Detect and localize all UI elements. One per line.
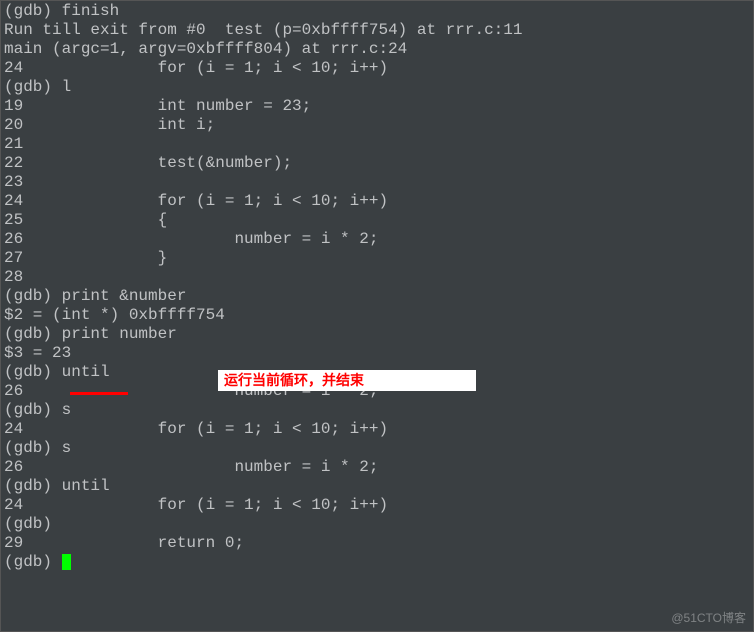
terminal-line: 20 int i;: [4, 116, 750, 135]
terminal-line: 25 {: [4, 211, 750, 230]
terminal-line: 21: [4, 135, 750, 154]
terminal-line: 24 for (i = 1; i < 10; i++): [4, 496, 750, 515]
terminal-line: 24 for (i = 1; i < 10; i++): [4, 192, 750, 211]
terminal-output: (gdb) finishRun till exit from #0 test (…: [0, 0, 754, 574]
terminal-line: 29 return 0;: [4, 534, 750, 553]
watermark: @51CTO博客: [671, 609, 746, 626]
terminal-line: (gdb) until: [4, 477, 750, 496]
annotation-underline: [70, 392, 128, 395]
terminal-line: 26 number = i * 2;: [4, 458, 750, 477]
terminal-line: 24 for (i = 1; i < 10; i++): [4, 420, 750, 439]
cursor: [62, 554, 71, 570]
terminal-line: 28: [4, 268, 750, 287]
terminal-line: $3 = 23: [4, 344, 750, 363]
terminal-line: (gdb): [4, 553, 750, 572]
terminal-line: 19 int number = 23;: [4, 97, 750, 116]
annotation-label: 运行当前循环，并结束: [218, 370, 476, 391]
terminal-line: 24 for (i = 1; i < 10; i++): [4, 59, 750, 78]
terminal-line: 22 test(&number);: [4, 154, 750, 173]
terminal-line: (gdb) print &number: [4, 287, 750, 306]
terminal-line: (gdb) print number: [4, 325, 750, 344]
terminal-line: 26 number = i * 2;: [4, 230, 750, 249]
terminal-line: (gdb): [4, 515, 750, 534]
terminal-line: 27 }: [4, 249, 750, 268]
terminal-line: main (argc=1, argv=0xbffff804) at rrr.c:…: [4, 40, 750, 59]
terminal-line: $2 = (int *) 0xbffff754: [4, 306, 750, 325]
annotation-arrow: [0, 574, 754, 632]
terminal-line: 23: [4, 173, 750, 192]
terminal-line: (gdb) finish: [4, 2, 750, 21]
terminal-line: (gdb) s: [4, 401, 750, 420]
terminal-line: (gdb) s: [4, 439, 750, 458]
terminal-line: Run till exit from #0 test (p=0xbffff754…: [4, 21, 750, 40]
terminal-line: (gdb) l: [4, 78, 750, 97]
